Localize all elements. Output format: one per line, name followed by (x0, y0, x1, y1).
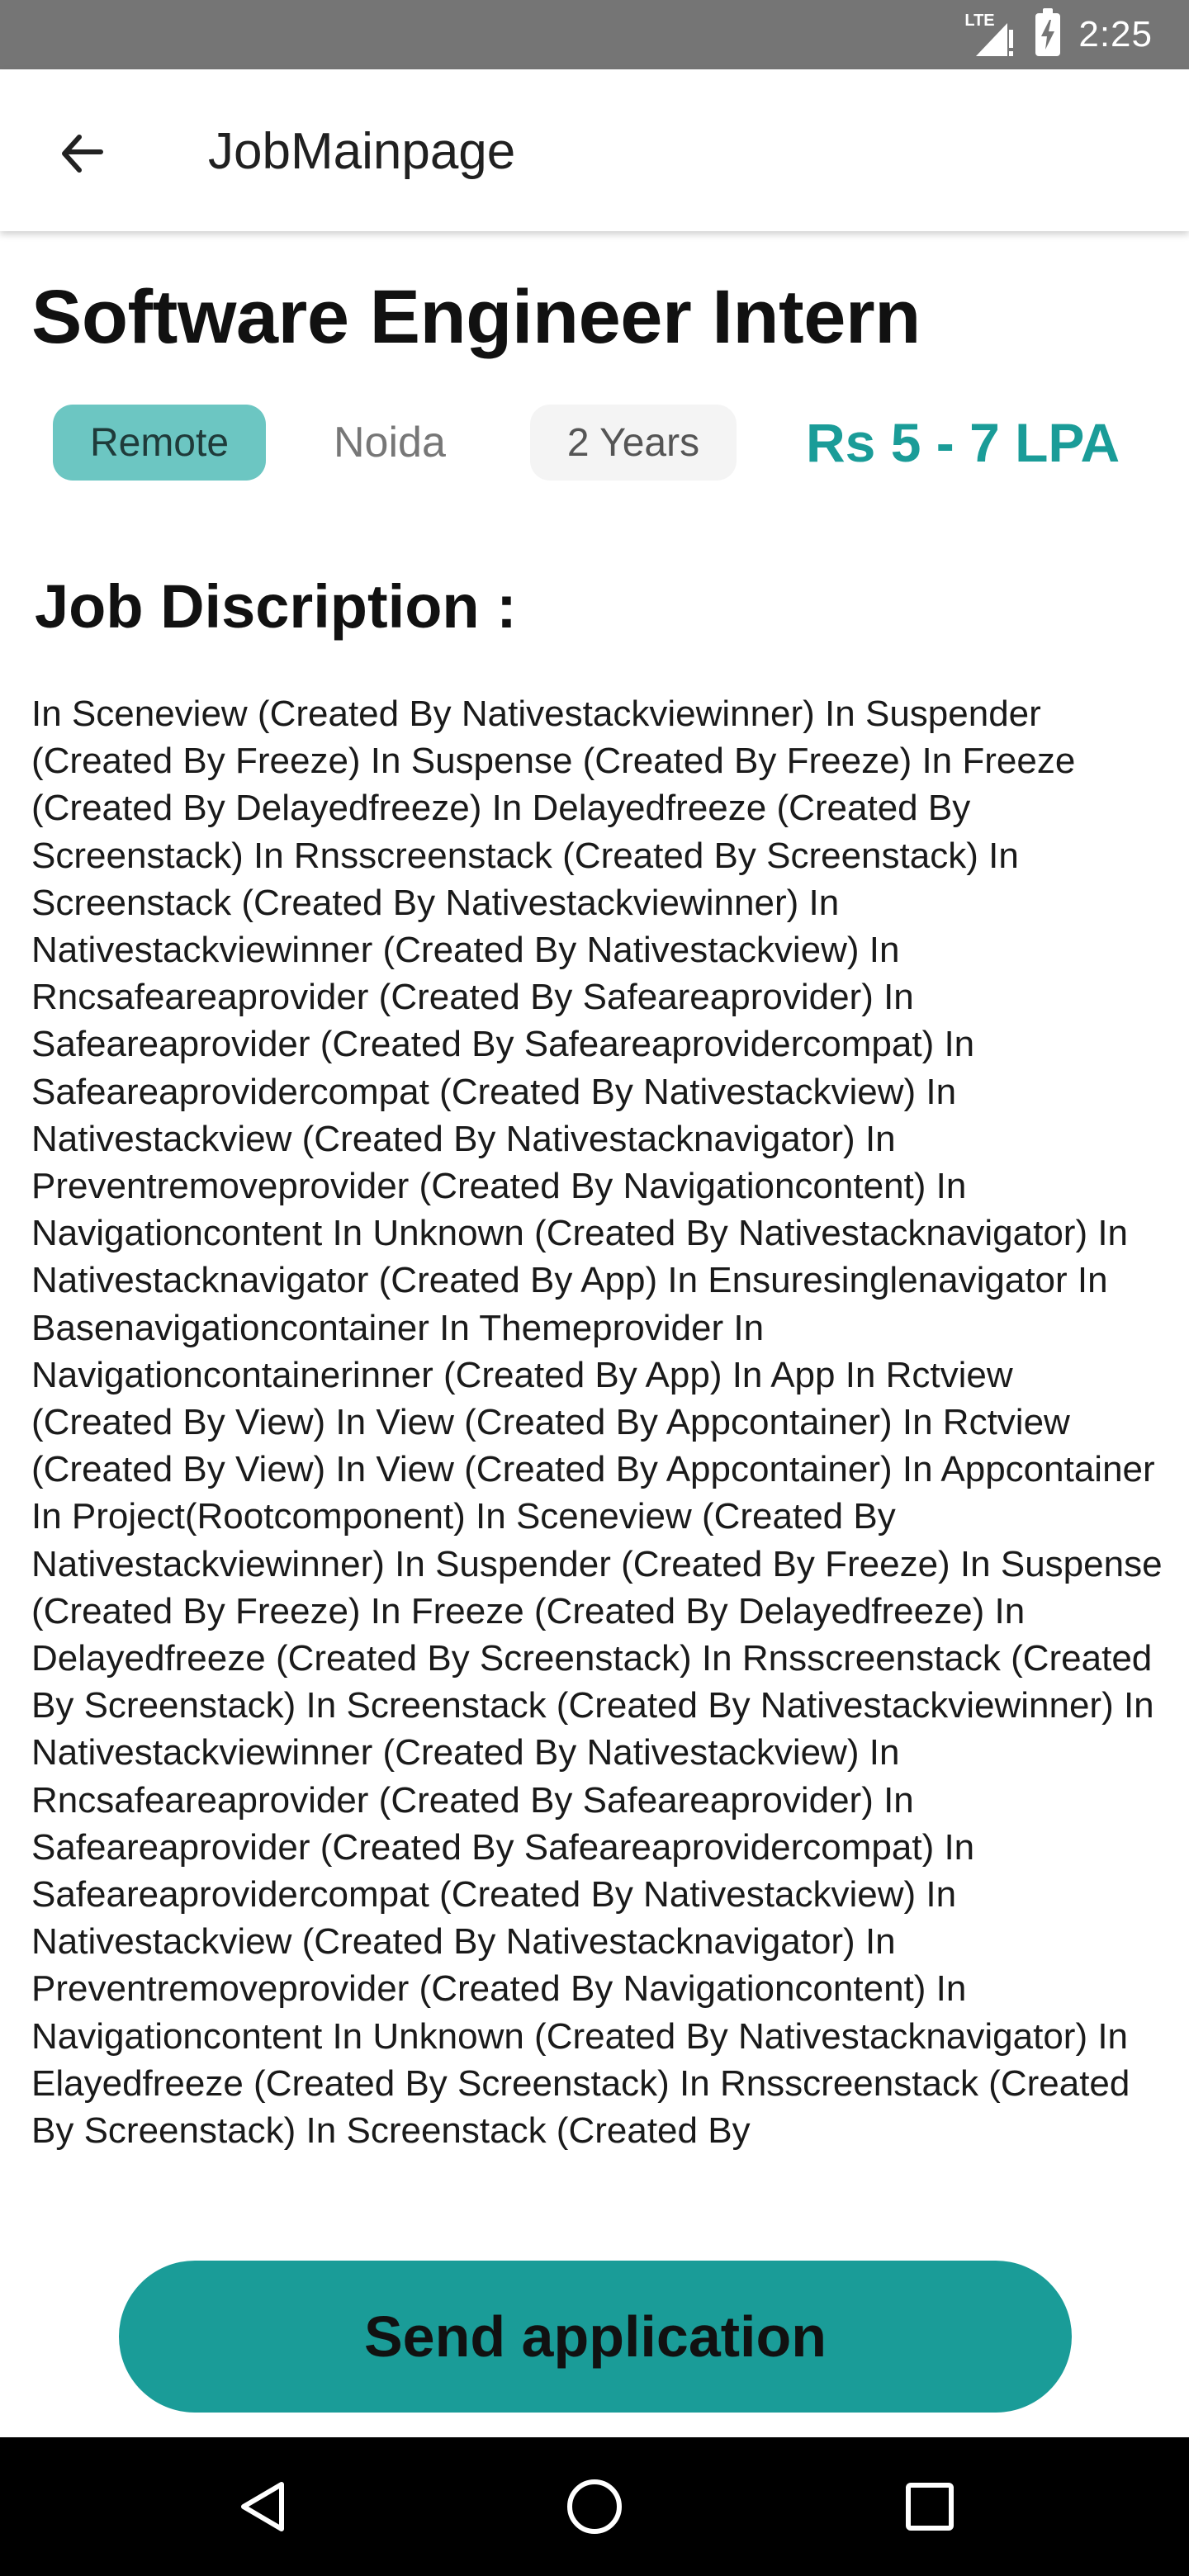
arrow-left-icon (62, 135, 103, 173)
status-icons: LTE 2:25 (964, 0, 1153, 69)
status-time: 2:25 (1078, 14, 1153, 54)
nav-back-button[interactable] (221, 2465, 304, 2548)
experience-badge: 2 Years (530, 405, 737, 481)
send-application-button[interactable]: Send application (119, 2261, 1072, 2413)
location-label: Noida (334, 419, 446, 466)
battery-charging-icon (1035, 8, 1061, 56)
description-text: In Sceneview (Created By Nativestackview… (31, 694, 1163, 2152)
nav-home-button[interactable] (553, 2465, 636, 2548)
nav-recents-icon (906, 2483, 954, 2531)
page-title: JobMainpage (208, 123, 516, 180)
work-mode-badge: Remote (53, 405, 266, 481)
job-tags: Remote Noida 2 Years Rs 5 - 7 LPA (53, 405, 1159, 484)
salary-label: Rs 5 - 7 LPA (806, 412, 1120, 473)
lte-signal-icon: LTE (964, 10, 1017, 59)
status-bar: LTE 2:25 (0, 0, 1189, 69)
network-type-label: LTE (964, 12, 995, 30)
job-title: Software Engineer Intern (31, 275, 921, 359)
nav-recents-button[interactable] (888, 2465, 971, 2548)
nav-back-icon (241, 2482, 284, 2531)
job-details-scroll[interactable]: Software Engineer Intern Remote Noida 2 … (0, 231, 1189, 2231)
app-bar: JobMainpage (0, 69, 1189, 231)
nav-home-icon (567, 2479, 622, 2534)
description-heading: Job Discription : (35, 572, 517, 641)
system-nav-bar (0, 2437, 1189, 2576)
back-button[interactable] (41, 114, 121, 193)
